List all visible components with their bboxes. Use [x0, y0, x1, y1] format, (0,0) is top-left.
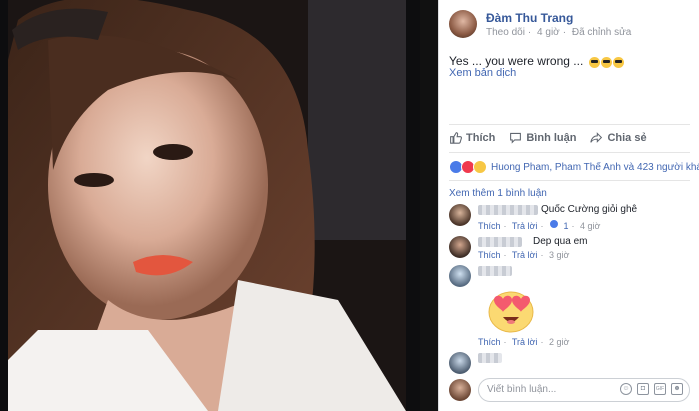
commenter-avatar[interactable] — [449, 352, 471, 374]
comment-text: Quốc Cường giỏi ghê — [541, 204, 638, 215]
comment-actions: Thích · Trả lời · 1 · 4 giờ — [478, 219, 601, 231]
photo-viewer — [0, 0, 438, 411]
comment-input[interactable]: Viết bình luận... ☺ ◘ GIF ☻ — [478, 378, 690, 402]
comment-like-link[interactable]: Thích — [478, 221, 501, 231]
heart-eyes-sticker — [488, 291, 534, 333]
gif-icon[interactable]: GIF — [654, 383, 666, 395]
comment-time[interactable]: 2 giờ — [549, 337, 569, 347]
post-text-content: Yes ... you were wrong ... — [449, 54, 584, 68]
like-icon — [548, 219, 559, 229]
haha-icon — [473, 160, 487, 174]
post-panel: Đàm Thu Trang Theo dõi · 4 giờ · Đã chỉnh … — [438, 0, 699, 411]
commenter-name-blurred[interactable] — [478, 353, 502, 363]
post-emojis — [588, 55, 625, 69]
like-button-label: Thích — [466, 131, 496, 144]
photo-scrollbar — [420, 0, 438, 411]
thumbs-up-icon — [450, 132, 462, 144]
sunglasses-icon — [612, 57, 624, 69]
follow-link[interactable]: Theo dõi — [486, 27, 525, 38]
share-button[interactable]: Chia sẻ — [590, 131, 647, 144]
comment-time[interactable]: 3 giờ — [549, 250, 569, 260]
comment-actions: Thích · Trả lời · 2 giờ — [478, 337, 570, 347]
comment-reply-link[interactable]: Trả lời — [512, 221, 538, 231]
camera-icon[interactable]: ◘ — [637, 383, 649, 395]
divider — [449, 180, 690, 181]
comment-like-link[interactable]: Thích — [478, 250, 501, 260]
emoji-icon[interactable]: ☺ — [620, 383, 632, 395]
see-translation-link[interactable]: Xem bản dịch — [449, 67, 516, 79]
reactions-summary[interactable]: Huong Pham, Pham Thế Anh và 423 người kh… — [449, 160, 699, 174]
reactions-names[interactable]: Huong Pham, Pham Thế Anh và 423 người kh… — [491, 162, 699, 173]
comment-icon — [510, 132, 522, 144]
divider — [449, 152, 690, 153]
commenter-name-blurred[interactable] — [478, 205, 538, 215]
commenter-avatar[interactable] — [449, 265, 471, 287]
sticker-icon[interactable]: ☻ — [671, 383, 683, 395]
view-more-comments-link[interactable]: Xem thêm 1 bình luận — [449, 188, 547, 199]
edited-label[interactable]: Đã chỉnh sửa — [572, 27, 632, 38]
commenter-name-blurred[interactable] — [478, 237, 522, 247]
comment-input-placeholder: Viết bình luận... — [487, 384, 557, 395]
comment-button-label: Bình luận — [526, 131, 577, 144]
post-meta: Theo dõi · 4 giờ · Đã chỉnh sửa — [486, 27, 632, 38]
sunglasses-icon — [588, 57, 600, 69]
post-actions: Thích Bình luận Chia sẻ — [449, 131, 690, 144]
divider — [449, 124, 690, 125]
sunglasses-icon — [600, 57, 612, 69]
comment-button[interactable]: Bình luận — [509, 131, 576, 144]
commenter-avatar[interactable] — [449, 236, 471, 258]
comment-like-link[interactable]: Thích — [478, 337, 501, 347]
current-user-avatar — [449, 379, 471, 401]
commenter-name-blurred[interactable] — [478, 266, 512, 276]
author-name[interactable]: Đàm Thu Trang — [486, 11, 573, 25]
commenter-avatar[interactable] — [449, 204, 471, 226]
comment-reply-link[interactable]: Trả lời — [512, 337, 538, 347]
comment-text: Dep qua em — [533, 236, 588, 247]
comment-reply-link[interactable]: Trả lời — [512, 250, 538, 260]
like-button[interactable]: Thích — [449, 131, 495, 144]
author-avatar[interactable] — [449, 10, 477, 38]
comment-like-count[interactable]: 1 — [563, 221, 568, 231]
share-button-label: Chia sẻ — [607, 131, 647, 144]
share-icon — [590, 132, 603, 143]
comment-actions: Thích · Trả lời · 3 giờ — [478, 250, 570, 260]
post-photo[interactable] — [8, 0, 406, 411]
comment-time[interactable]: 4 giờ — [580, 221, 600, 231]
comment-composer: Viết bình luận... ☺ ◘ GIF ☻ — [449, 376, 690, 404]
composer-icons: ☺ ◘ GIF ☻ — [620, 383, 683, 395]
post-time[interactable]: 4 giờ — [537, 27, 560, 38]
